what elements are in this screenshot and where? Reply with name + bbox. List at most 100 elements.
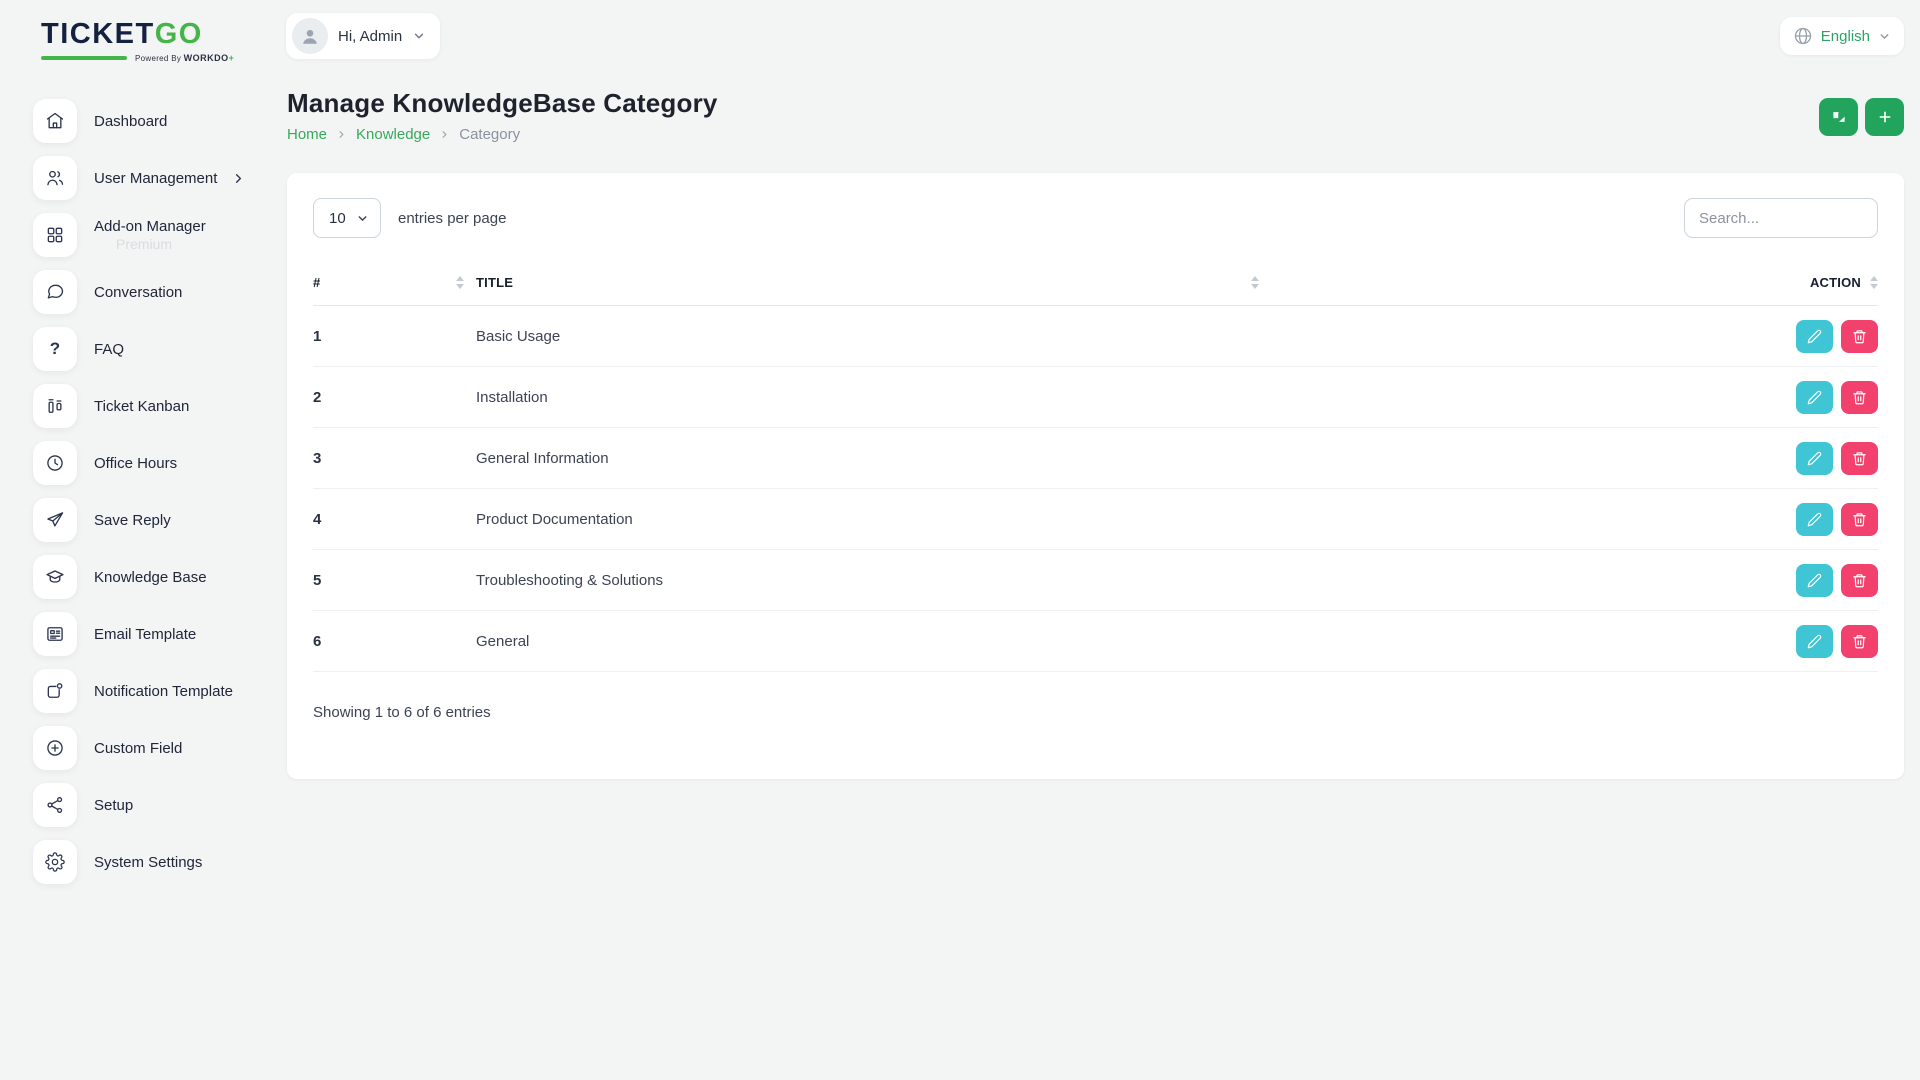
pencil-icon — [1807, 634, 1822, 649]
entries-per-page-select[interactable]: 10 — [313, 198, 381, 238]
zendesk-icon — [1830, 108, 1848, 126]
table-row: 3 General Information — [313, 428, 1878, 489]
trash-icon — [1852, 512, 1867, 527]
pencil-icon — [1807, 573, 1822, 588]
breadcrumb-knowledge[interactable]: Knowledge — [356, 126, 430, 143]
column-header-index[interactable]: # — [313, 275, 476, 290]
trash-icon — [1852, 573, 1867, 588]
clock-icon — [45, 453, 65, 473]
trash-icon — [1852, 451, 1867, 466]
delete-button[interactable] — [1841, 442, 1878, 475]
users-icon — [45, 168, 65, 188]
sidebar-item-dashboard[interactable]: Dashboard — [33, 99, 262, 143]
edit-button[interactable] — [1796, 320, 1833, 353]
page-title: Manage KnowledgeBase Category — [287, 88, 718, 119]
sidebar-item-email-template[interactable]: Email Template — [33, 612, 262, 656]
gear-icon — [45, 852, 65, 872]
chevron-right-icon — [439, 129, 450, 140]
user-menu[interactable]: Hi, Admin — [286, 13, 440, 59]
chevron-down-icon — [356, 212, 369, 225]
sidebar-item-ticket-kanban[interactable]: Ticket Kanban — [33, 384, 262, 428]
plus-circle-icon — [45, 738, 65, 758]
branch-icon — [45, 795, 65, 815]
sidebar-item-notification-template[interactable]: Notification Template — [33, 669, 262, 713]
avatar — [292, 18, 328, 54]
home-icon — [45, 111, 65, 131]
sidebar-item-user-management[interactable]: User Management — [33, 156, 262, 200]
table-row: 1 Basic Usage — [313, 306, 1878, 367]
delete-button[interactable] — [1841, 625, 1878, 658]
globe-icon — [1793, 26, 1813, 46]
entries-per-page-value: 10 — [329, 210, 346, 227]
chevron-down-icon — [412, 29, 426, 43]
edit-button[interactable] — [1796, 503, 1833, 536]
edit-button[interactable] — [1796, 442, 1833, 475]
sort-icon[interactable] — [1870, 276, 1878, 289]
sidebar-item-faq[interactable]: ? FAQ — [33, 327, 262, 371]
table-summary: Showing 1 to 6 of 6 entries — [313, 704, 1878, 721]
plus-icon — [1877, 109, 1893, 125]
entries-per-page-label: entries per page — [398, 210, 506, 227]
sort-icon[interactable] — [456, 276, 476, 289]
pencil-icon — [1807, 451, 1822, 466]
language-selector[interactable]: English — [1780, 17, 1904, 55]
app-logo[interactable]: TICKETGO Powered By WORKDO+ — [0, 10, 262, 63]
delete-button[interactable] — [1841, 381, 1878, 414]
logo-tagline: Powered By WORKDO+ — [41, 53, 262, 63]
topbar: TICKETGO Powered By WORKDO+ Hi, Admin En… — [0, 0, 1920, 72]
column-header-title[interactable]: TITLE — [476, 275, 1271, 290]
sidebar-item-addon-manager[interactable]: Add-on Manager Premium — [33, 213, 262, 257]
premium-badge: Premium — [116, 236, 206, 252]
graduation-cap-icon — [45, 567, 65, 587]
delete-button[interactable] — [1841, 320, 1878, 353]
search-input[interactable] — [1684, 198, 1878, 238]
chat-icon — [45, 282, 65, 302]
breadcrumb: Home Knowledge Category — [287, 126, 718, 143]
logo-text: TICKETGO — [41, 20, 262, 49]
category-table-card: 10 entries per page # TITLE — [287, 173, 1904, 779]
sidebar-item-conversation[interactable]: Conversation — [33, 270, 262, 314]
add-category-button[interactable] — [1865, 98, 1904, 136]
send-icon — [45, 510, 65, 530]
sidebar-item-custom-field[interactable]: Custom Field — [33, 726, 262, 770]
sidebar-item-system-settings[interactable]: System Settings — [33, 840, 262, 884]
table-row: 2 Installation — [313, 367, 1878, 428]
main-content: Manage KnowledgeBase Category Home Knowl… — [262, 72, 1920, 779]
sidebar-item-setup[interactable]: Setup — [33, 783, 262, 827]
notification-icon — [45, 681, 65, 701]
chevron-down-icon — [1878, 30, 1891, 43]
category-table: # TITLE ACTION 1 Basic Usage — [313, 262, 1878, 721]
grid-icon — [45, 225, 65, 245]
breadcrumb-current: Category — [459, 126, 520, 143]
table-row: 5 Troubleshooting & Solutions — [313, 550, 1878, 611]
sidebar-item-knowledge-base[interactable]: Knowledge Base — [33, 555, 262, 599]
edit-button[interactable] — [1796, 381, 1833, 414]
email-template-icon — [45, 624, 65, 644]
sidebar: Dashboard User Management Add-on Manager… — [0, 72, 262, 897]
table-row: 6 General — [313, 611, 1878, 672]
sidebar-item-office-hours[interactable]: Office Hours — [33, 441, 262, 485]
sidebar-item-save-reply[interactable]: Save Reply — [33, 498, 262, 542]
chevron-right-icon — [336, 129, 347, 140]
trash-icon — [1852, 329, 1867, 344]
trash-icon — [1852, 634, 1867, 649]
edit-button[interactable] — [1796, 625, 1833, 658]
breadcrumb-home[interactable]: Home — [287, 126, 327, 143]
question-icon: ? — [50, 339, 60, 359]
avatar-person-icon — [299, 25, 321, 47]
trash-icon — [1852, 390, 1867, 405]
user-greeting: Hi, Admin — [338, 28, 402, 45]
column-header-action[interactable]: ACTION — [1271, 275, 1878, 290]
edit-button[interactable] — [1796, 564, 1833, 597]
sort-icon[interactable] — [1251, 276, 1271, 289]
pencil-icon — [1807, 390, 1822, 405]
chevron-right-icon — [231, 171, 246, 186]
language-label: English — [1821, 28, 1870, 45]
delete-button[interactable] — [1841, 564, 1878, 597]
logo-underline — [41, 56, 127, 60]
kanban-icon — [45, 396, 65, 416]
table-row: 4 Product Documentation — [313, 489, 1878, 550]
zendesk-sync-button[interactable] — [1819, 98, 1858, 136]
delete-button[interactable] — [1841, 503, 1878, 536]
pencil-icon — [1807, 329, 1822, 344]
